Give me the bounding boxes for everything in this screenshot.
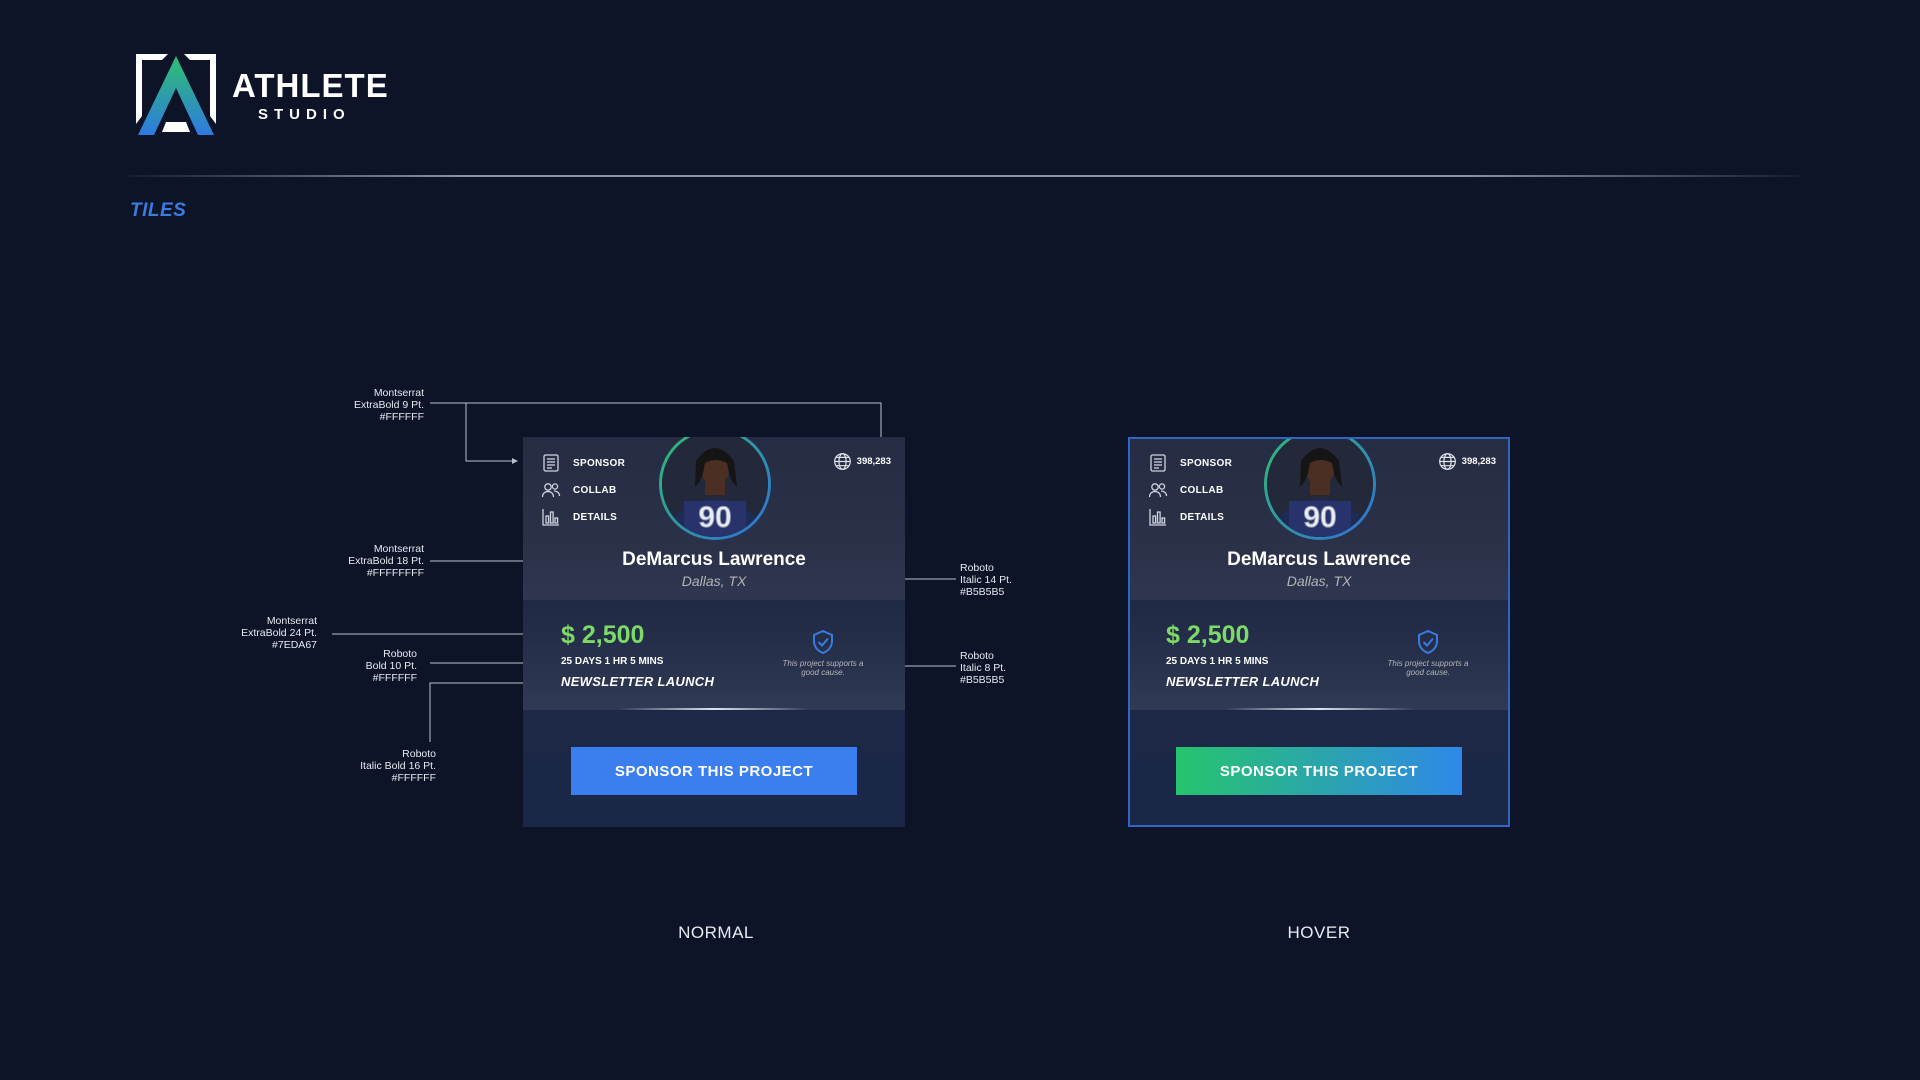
annotation-cause-font: Roboto Italic 8 Pt. #B5B5B5 xyxy=(960,650,1007,686)
nav-collab[interactable]: COLLAB xyxy=(541,480,616,500)
avatar: 90 xyxy=(1264,439,1376,567)
cause-note: This project supports a good cause. xyxy=(1387,659,1469,677)
annotation-timer-font: Roboto Bold 10 Pt. #FFFFFF xyxy=(365,648,417,684)
shield-check-icon xyxy=(1418,629,1438,655)
time-remaining: 25 DAYS 1 HR 5 MINS xyxy=(1166,656,1269,667)
views-value: 398,283 xyxy=(1461,456,1496,467)
header-divider xyxy=(128,175,1800,177)
annotation-name-font: Montserrat ExtraBold 18 Pt. #FFFFFFFF xyxy=(348,543,424,579)
project-tile-hover[interactable]: SPONSOR COLLAB DETAILS 398,283 90 DeMarc… xyxy=(1128,437,1510,827)
jersey-number: 90 xyxy=(698,501,731,534)
users-icon xyxy=(1148,483,1168,498)
athlete-studio-logo xyxy=(136,54,216,135)
cause-note: This project supports a good cause. xyxy=(782,659,864,677)
project-title: NEWSLETTER LAUNCH xyxy=(1166,674,1320,689)
project-title: NEWSLETTER LAUNCH xyxy=(561,674,715,689)
athlete-location: Dallas, TX xyxy=(681,573,747,589)
funding-amount: $ 2,500 xyxy=(1166,621,1250,649)
sponsor-project-button[interactable]: SPONSOR THIS PROJECT xyxy=(1176,747,1462,795)
state-label-hover: HOVER xyxy=(1287,923,1351,942)
avatar: 90 xyxy=(659,437,771,567)
views-value: 398,283 xyxy=(856,456,891,467)
nav-collab[interactable]: COLLAB xyxy=(1148,480,1223,500)
nav-details[interactable]: DETAILS xyxy=(1148,507,1224,527)
nav-collab-label: COLLAB xyxy=(1180,484,1224,496)
nav-sponsor[interactable]: SPONSOR xyxy=(541,453,625,473)
shield-check-icon xyxy=(813,629,833,655)
sponsor-project-button[interactable]: SPONSOR THIS PROJECT xyxy=(571,747,857,795)
nav-details[interactable]: DETAILS xyxy=(541,507,617,527)
annotation-project-font: Roboto Italic Bold 16 Pt. #FFFFFF xyxy=(360,748,436,784)
annotation-nav-font: Montserrat ExtraBold 9 Pt. #FFFFFF xyxy=(353,387,424,423)
views-count: 398,283 xyxy=(1438,452,1496,471)
nav-collab-label: COLLAB xyxy=(573,484,617,496)
bar-chart-icon xyxy=(542,509,559,526)
athlete-location: Dallas, TX xyxy=(1286,573,1352,589)
nav-details-label: DETAILS xyxy=(1180,511,1225,523)
brand-subtitle: STUDIO xyxy=(258,106,351,123)
athlete-name: DeMarcus Lawrence xyxy=(622,549,806,570)
document-icon xyxy=(543,454,559,472)
nav-sponsor-label: SPONSOR xyxy=(1180,457,1233,469)
nav-sponsor-label: SPONSOR xyxy=(573,457,626,469)
project-tile-normal[interactable]: SPONSOR COLLAB DETAILS 398,283 90 DeMarc… xyxy=(523,437,905,827)
users-icon xyxy=(541,483,561,498)
time-remaining: 25 DAYS 1 HR 5 MINS xyxy=(561,656,664,667)
nav-details-label: DETAILS xyxy=(573,511,618,523)
athlete-photo: 90 xyxy=(662,437,768,567)
brand-name: ATHLETE xyxy=(232,67,389,104)
athlete-name: DeMarcus Lawrence xyxy=(1227,549,1411,570)
section-title: TILES xyxy=(130,200,187,221)
annotation-leader-lines xyxy=(332,402,956,742)
annotation-amount-font: Montserrat ExtraBold 24 Pt. #7EDA67 xyxy=(241,615,317,651)
tile-info-band xyxy=(1130,600,1508,710)
tile-info-band xyxy=(523,600,905,710)
state-label-normal: NORMAL xyxy=(678,923,754,942)
nav-sponsor[interactable]: SPONSOR xyxy=(1148,453,1232,473)
globe-icon xyxy=(833,453,851,470)
funding-amount: $ 2,500 xyxy=(561,621,645,649)
annotation-city-font: Roboto Italic 14 Pt. #B5B5B5 xyxy=(960,562,1012,598)
bar-chart-icon xyxy=(1149,509,1166,526)
athlete-photo: 90 xyxy=(1267,439,1373,567)
jersey-number: 90 xyxy=(1303,501,1336,534)
globe-icon xyxy=(1438,453,1456,470)
document-icon xyxy=(1150,454,1166,472)
views-count: 398,283 xyxy=(833,452,891,471)
